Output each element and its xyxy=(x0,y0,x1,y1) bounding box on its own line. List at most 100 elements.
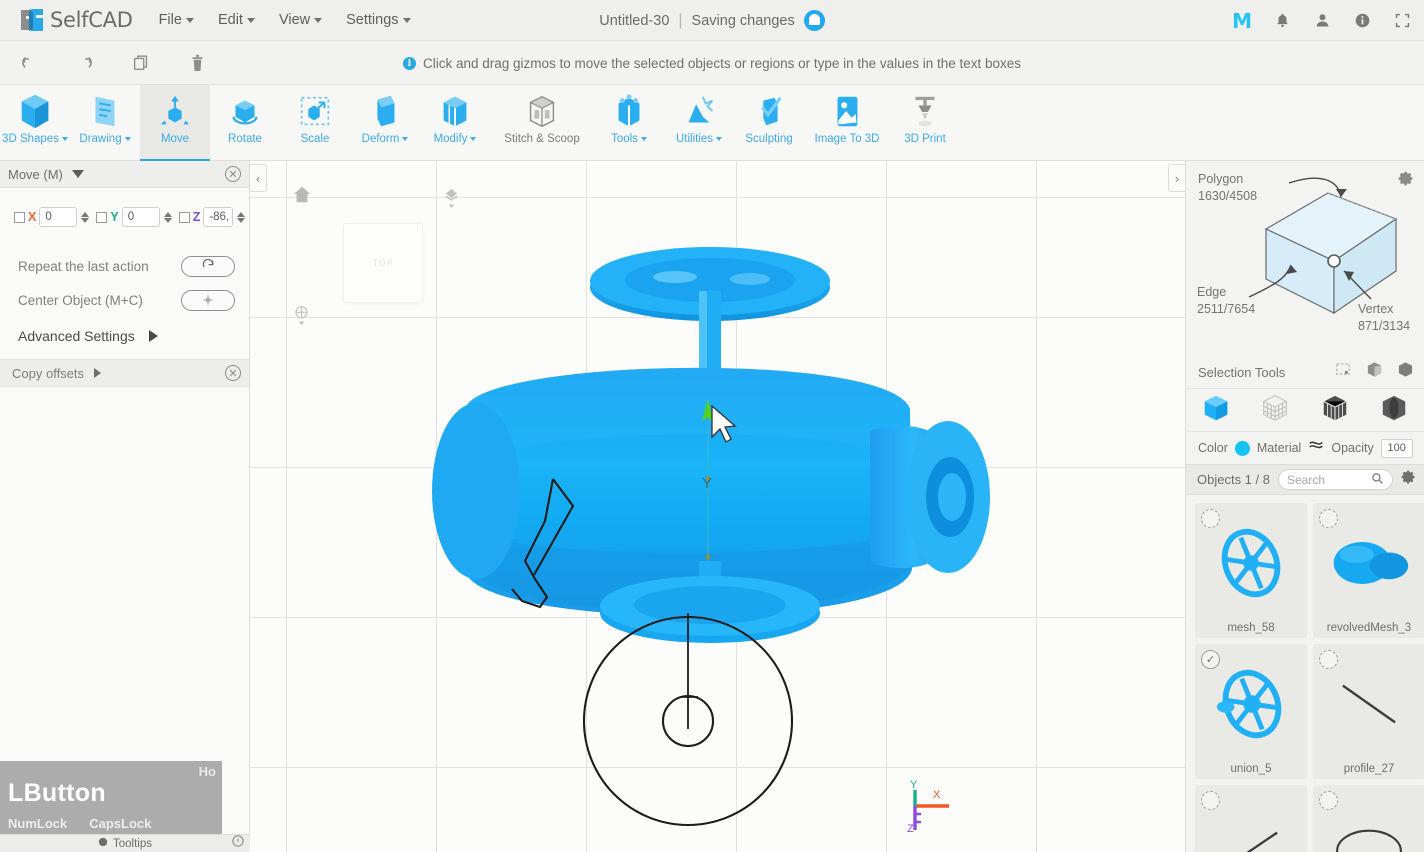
axis-z-checkbox[interactable] xyxy=(178,211,190,223)
user-icon[interactable] xyxy=(1312,11,1332,31)
object-card[interactable] xyxy=(1195,785,1307,852)
axis-z-label: Z xyxy=(192,210,201,224)
axis-z-input[interactable]: -86, xyxy=(203,207,234,227)
ribbon-utilities[interactable]: Utilities xyxy=(664,85,734,161)
object-mode-icon[interactable] xyxy=(1201,393,1231,428)
axis-group-x: X 0 xyxy=(14,207,90,227)
axis-x-checkbox[interactable] xyxy=(14,211,25,223)
ribbon-deform[interactable]: Deform xyxy=(350,85,420,161)
select-rectangle-icon[interactable] xyxy=(1335,362,1352,383)
3d-viewport[interactable]: ‹ TOP Y Y X Z › xyxy=(250,161,1185,852)
ribbon-scale[interactable]: Scale xyxy=(280,85,350,161)
sculpting-icon xyxy=(750,91,788,133)
axis-x-stepper[interactable] xyxy=(81,211,90,223)
ribbon-drawing[interactable]: Drawing xyxy=(70,85,140,161)
object-select-toggle[interactable] xyxy=(1201,509,1220,528)
object-select-toggle[interactable] xyxy=(1201,791,1220,810)
select-all-icon[interactable] xyxy=(1397,361,1414,383)
vertex-mode-icon[interactable] xyxy=(1260,393,1290,428)
move-icon xyxy=(156,91,194,133)
opacity-input[interactable]: 100 xyxy=(1380,438,1413,458)
ribbon-label: Deform xyxy=(361,133,400,145)
fullscreen-icon[interactable] xyxy=(1392,11,1412,31)
center-object-button[interactable] xyxy=(181,289,235,311)
model-render[interactable]: Y xyxy=(250,161,1185,852)
close-icon[interactable]: ✕ xyxy=(225,365,241,381)
objects-search-placeholder: Search xyxy=(1286,472,1326,487)
hint-text: Click and drag gizmos to move the select… xyxy=(422,55,1022,71)
object-card[interactable]: profile_27 xyxy=(1313,644,1424,779)
axis-x-input[interactable]: 0 xyxy=(39,207,78,227)
object-card[interactable]: ✓ union_5 xyxy=(1195,644,1307,779)
menu-edit[interactable]: Edit xyxy=(218,12,255,28)
ribbon-stitch-and-scoop[interactable]: Stitch & Scoop xyxy=(490,85,594,161)
menu-view[interactable]: View xyxy=(279,12,323,28)
scale-icon xyxy=(296,91,334,133)
ribbon-3d-print[interactable]: 3D Print xyxy=(890,85,960,161)
close-icon[interactable]: ✕ xyxy=(225,166,241,182)
ribbon-label: Stitch & Scoop xyxy=(504,133,580,145)
chevron-down-icon[interactable] xyxy=(71,170,84,178)
select-invert-icon[interactable] xyxy=(1366,361,1383,383)
svg-text:X: X xyxy=(933,789,941,801)
ribbon-image-to-3d[interactable]: Image To 3D xyxy=(804,85,890,161)
ribbon-modify[interactable]: Modify xyxy=(420,85,490,161)
info-icon[interactable] xyxy=(1352,11,1372,31)
objects-search-input[interactable]: Search xyxy=(1277,469,1393,490)
axis-z-stepper[interactable] xyxy=(237,211,246,223)
menu-edit-label: Edit xyxy=(217,12,243,28)
polygon-mode-icon[interactable] xyxy=(1379,393,1409,428)
advanced-settings-row[interactable]: Advanced Settings xyxy=(0,317,249,355)
ribbon-move[interactable]: Move xyxy=(140,85,210,161)
axis-orientation-gizmo[interactable]: Y X Z xyxy=(893,776,953,835)
color-label: Color xyxy=(1198,441,1228,455)
gear-icon[interactable] xyxy=(1401,470,1416,490)
undo-icon[interactable] xyxy=(18,52,40,74)
copy-icon[interactable] xyxy=(130,52,152,74)
expand-right-panel-button[interactable]: › xyxy=(1168,164,1185,192)
ribbon-label: Scale xyxy=(300,133,330,145)
modify-icon xyxy=(436,91,474,133)
status-bar: Tooltips xyxy=(0,834,250,852)
object-select-toggle[interactable]: ✓ xyxy=(1201,650,1220,669)
brand-logo[interactable]: SelfCAD xyxy=(18,7,133,33)
account-initial-icon[interactable]: M xyxy=(1232,9,1252,33)
chevron-down-icon xyxy=(246,17,255,23)
bell-icon[interactable] xyxy=(1272,11,1292,31)
ribbon-rotate[interactable]: Rotate xyxy=(210,85,280,161)
ribbon-tools[interactable]: Tools xyxy=(594,85,664,161)
svg-text:Y: Y xyxy=(910,779,918,791)
redo-icon[interactable] xyxy=(74,52,96,74)
object-select-toggle[interactable] xyxy=(1319,509,1338,528)
axis-y-stepper[interactable] xyxy=(163,211,172,223)
ribbon-label: Sculpting xyxy=(745,133,793,145)
left-tool-panel: Move (M) ✕ X 0 Y 0 Z -86, Repeat the las… xyxy=(0,161,250,852)
object-card[interactable]: revolvedMesh_3 xyxy=(1313,503,1424,638)
repeat-last-action-row: Repeat the last action xyxy=(0,249,249,283)
copy-offsets-row[interactable]: Copy offsets ✕ xyxy=(0,359,249,387)
selection-mode-row xyxy=(1186,388,1424,432)
help-icon[interactable] xyxy=(232,835,244,850)
axis-x-label: X xyxy=(28,210,37,224)
objects-toolbar: Objects 1 / 8 Search xyxy=(1186,464,1424,495)
object-select-toggle[interactable] xyxy=(1319,650,1338,669)
objects-count-label: Objects 1 / 8 xyxy=(1197,472,1270,487)
object-card[interactable]: mesh_58 xyxy=(1195,503,1307,638)
edge-mode-icon[interactable] xyxy=(1320,393,1350,428)
menu-file[interactable]: File xyxy=(159,12,194,28)
delete-icon[interactable] xyxy=(186,52,208,74)
material-icon[interactable] xyxy=(1308,438,1324,459)
object-select-toggle[interactable] xyxy=(1319,791,1338,810)
ribbon-3d-shapes[interactable]: 3D Shapes xyxy=(0,85,70,161)
axis-y-checkbox[interactable] xyxy=(96,211,108,223)
mesh-diagram-icon xyxy=(1248,177,1398,315)
color-swatch[interactable] xyxy=(1234,440,1250,456)
brand-name: SelfCAD xyxy=(50,8,133,32)
object-card[interactable] xyxy=(1313,785,1424,852)
collapse-left-panel-button[interactable]: ‹ xyxy=(250,164,267,192)
axis-y-input[interactable]: 0 xyxy=(121,207,160,227)
repeat-last-action-button[interactable] xyxy=(181,255,235,277)
menu-settings[interactable]: Settings xyxy=(346,12,411,28)
utilities-icon xyxy=(680,91,718,133)
ribbon-sculpting[interactable]: Sculpting xyxy=(734,85,804,161)
